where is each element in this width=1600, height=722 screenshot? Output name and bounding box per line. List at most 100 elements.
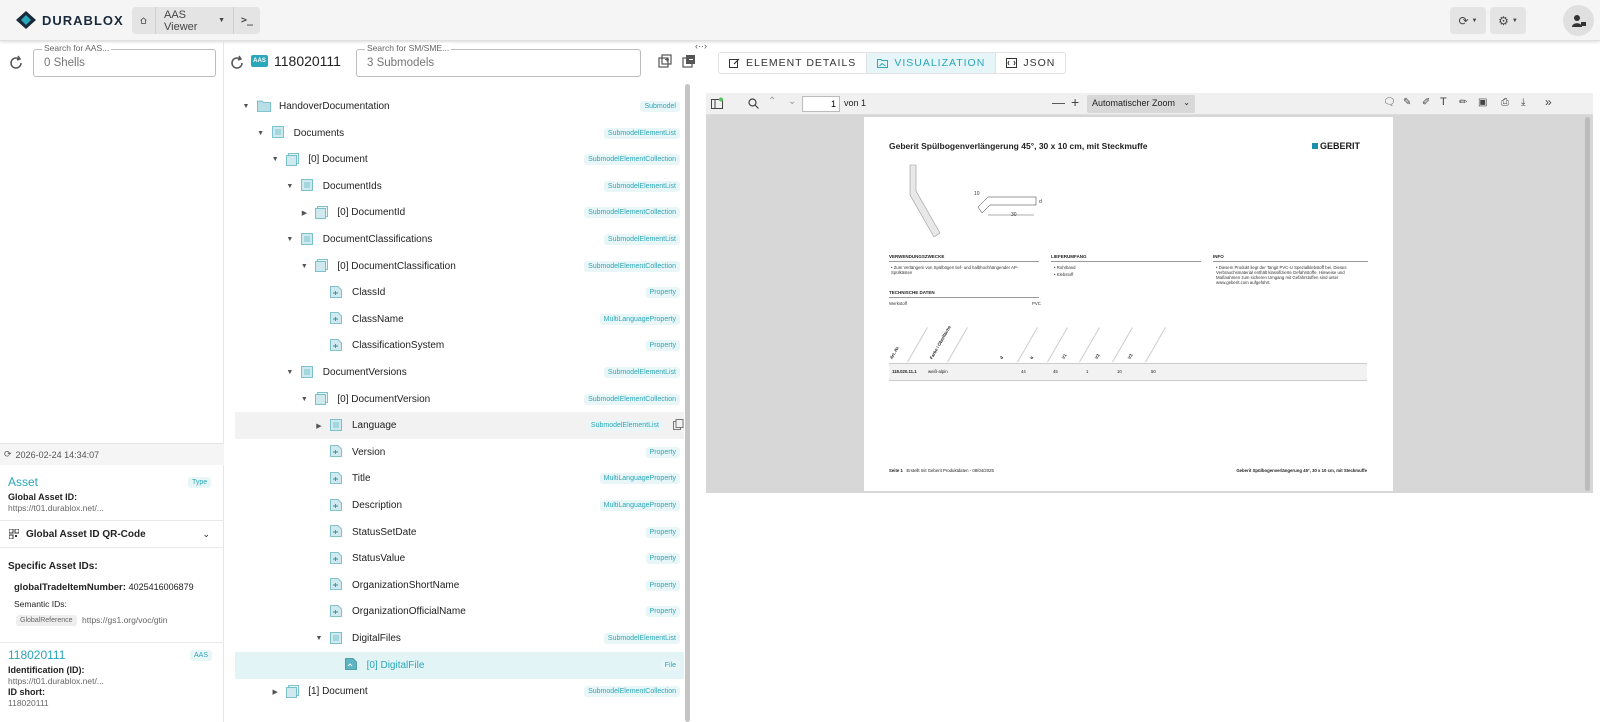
copy-icon[interactable] <box>673 418 684 433</box>
table-cell: 50 <box>1151 369 1156 374</box>
model-type-badge: SubmodelElementList <box>603 367 680 378</box>
submodel-search-field[interactable]: Search for SM/SME... <box>356 43 641 77</box>
model-type-badge: Property <box>645 287 680 299</box>
page-number-input[interactable] <box>802 96 840 112</box>
file-icon <box>344 658 359 672</box>
expand-caret-icon[interactable]: ▼ <box>285 183 295 190</box>
collapse-all-button[interactable] <box>682 54 698 70</box>
zoom-in-button[interactable]: + <box>1071 94 1079 110</box>
view-selector[interactable]: AAS Viewer ▼ <box>156 7 234 34</box>
tab-visualization[interactable]: VISUALIZATION <box>867 53 997 73</box>
tree-row[interactable]: ▶ [1] Document SubmodelElementCollection <box>235 678 684 705</box>
settings-button[interactable]: ⚙ ▼ <box>1490 7 1526 34</box>
home-button[interactable] <box>132 7 156 34</box>
collapse-caret-icon[interactable]: ▶ <box>299 209 309 217</box>
aas-search-field[interactable]: Search for AAS... <box>33 43 216 77</box>
pdf-scrollbar[interactable] <box>1585 117 1590 491</box>
refresh-icon[interactable] <box>8 55 24 71</box>
tree-row[interactable]: StatusValue Property <box>235 545 684 572</box>
expand-caret-icon[interactable]: ▼ <box>256 130 266 137</box>
gtin-row: globalTradeItemNumber: 4025416006879 <box>14 582 194 593</box>
collapse-caret-icon[interactable]: ▶ <box>314 422 324 430</box>
tree-row[interactable]: ▶ [0] DocumentId SubmodelElementCollection <box>235 199 684 226</box>
zoom-select[interactable]: Automatischer Zoom ⌄ <box>1087 95 1195 113</box>
print-icon[interactable]: ⎙ <box>1501 97 1509 108</box>
property-icon <box>330 578 344 592</box>
tree-row[interactable]: StatusSetDate Property <box>235 519 684 546</box>
expand-caret-icon[interactable]: ▼ <box>285 369 295 376</box>
terminal-button[interactable]: >_ <box>234 7 260 34</box>
pdf-search-button[interactable] <box>748 98 759 112</box>
text-icon[interactable]: T <box>1440 96 1447 108</box>
prev-page-button[interactable]: ⌃ <box>768 96 776 107</box>
nav-group: AAS Viewer ▼ >_ <box>132 7 260 34</box>
draw-icon[interactable]: ✏ <box>1459 97 1467 108</box>
tree-row[interactable]: ▼ DocumentIds SubmodelElementList <box>235 173 684 200</box>
sidebar-toggle-button[interactable] <box>711 97 724 110</box>
tree-row[interactable]: ▶ Language SubmodelElementList <box>235 412 684 440</box>
comment-icon[interactable]: 🗨 <box>1383 97 1396 108</box>
expand-caret-icon[interactable]: ▼ <box>299 396 309 403</box>
zoom-select-value: Automatischer Zoom <box>1092 98 1176 108</box>
user-login-button[interactable] <box>1563 5 1594 36</box>
table-cell: 45 <box>1053 369 1058 374</box>
tree-row[interactable]: ▼ Documents SubmodelElementList <box>235 120 684 147</box>
tree-row-label: [0] DigitalFile <box>366 659 425 671</box>
image-icon[interactable]: ▣ <box>1478 97 1487 108</box>
tree-row[interactable]: ClassId Property <box>235 279 684 306</box>
folder-image-icon <box>877 59 889 68</box>
tree-row[interactable]: ▼ HandoverDocumentation Submodel <box>235 93 684 120</box>
tree-row[interactable]: ▼ [0] Document SubmodelElementCollection <box>235 146 684 173</box>
expand-caret-icon[interactable]: ▼ <box>314 635 324 642</box>
expand-caret-icon[interactable]: ▼ <box>285 236 295 243</box>
tree-scrollbar[interactable] <box>685 84 690 722</box>
tree-row[interactable]: ▼ [0] DocumentVersion SubmodelElementColle… <box>235 386 684 413</box>
next-page-button[interactable]: ⌄ <box>788 96 796 107</box>
sync-icon: ⟳ <box>4 449 12 459</box>
tree-row[interactable]: Description MultiLanguageProperty <box>235 492 684 519</box>
model-type-badge: SubmodelElementCollection <box>584 154 680 166</box>
model-type-badge: MultiLanguageProperty <box>599 473 680 485</box>
tree-row[interactable]: ▼ DocumentClassifications SubmodelElementL… <box>235 226 684 253</box>
sync-group: ⟳ ▼ <box>1450 7 1486 34</box>
zoom-out-button[interactable]: — <box>1052 95 1065 110</box>
refresh-icon[interactable] <box>229 55 245 71</box>
global-asset-id-value[interactable]: https://t01.durablox.net/... <box>8 503 104 513</box>
sync-button[interactable]: ⟳ ▼ <box>1450 7 1486 34</box>
sync-icon: ⟳ <box>1458 13 1469 28</box>
scope-item: • Klebstoff <box>1054 272 1074 277</box>
submodel-search-input[interactable] <box>367 57 608 69</box>
use-text: Zum Verlängern von Spülbögen tief- und h… <box>891 265 1019 275</box>
tree-row[interactable]: OrganizationShortName Property <box>235 572 684 599</box>
expand-caret-icon[interactable]: ▼ <box>299 263 309 270</box>
app-logo[interactable]: DURABLOX <box>16 11 124 29</box>
tree-row[interactable]: ▼ [0] DocumentClassification SubmodelEleme… <box>235 253 684 280</box>
aas-card-title[interactable]: 118020111 <box>8 648 65 662</box>
signature-icon[interactable]: ✎ <box>1403 97 1411 108</box>
tree-row[interactable]: ClassName MultiLanguageProperty <box>235 306 684 333</box>
tree-row[interactable]: ▼ DocumentVersions SubmodelElementList <box>235 359 684 386</box>
tree-row[interactable]: ▼ DigitalFiles SubmodelElementList <box>235 625 684 652</box>
chevron-down-icon: ▼ <box>218 17 225 24</box>
model-type-badge: MultiLanguageProperty <box>599 313 680 325</box>
tree-row[interactable]: Version Property <box>235 439 684 466</box>
tab-element-details[interactable]: ELEMENT DETAILS <box>719 53 868 73</box>
property-icon <box>330 551 344 566</box>
expand-all-button[interactable] <box>658 54 674 70</box>
expand-caret-icon[interactable]: ▼ <box>241 103 251 110</box>
tree-row[interactable]: ClassificationSystem Property <box>235 332 684 359</box>
aas-search-input[interactable] <box>44 57 198 69</box>
geberit-logo: GEBERIT <box>1312 141 1360 151</box>
highlight-icon[interactable]: ✐ <box>1422 97 1430 108</box>
property-icon <box>330 338 344 353</box>
expand-caret-icon[interactable]: ▼ <box>270 156 280 163</box>
download-icon[interactable]: ⤓ <box>1521 97 1525 108</box>
collapse-caret-icon[interactable]: ▶ <box>270 688 280 696</box>
semantic-value: https://gs1.org/voc/gtin <box>82 615 168 625</box>
qr-code-toggle[interactable]: Global Asset ID QR-Code ⌄ <box>0 520 224 548</box>
tree-row[interactable]: Title MultiLanguageProperty <box>235 465 684 492</box>
tree-row[interactable]: [0] DigitalFile File <box>235 651 684 679</box>
more-tools-icon[interactable]: » <box>1545 95 1552 109</box>
tree-row[interactable]: OrganizationOfficialName Property <box>235 598 684 625</box>
tab-json[interactable]: JSON <box>996 53 1065 73</box>
